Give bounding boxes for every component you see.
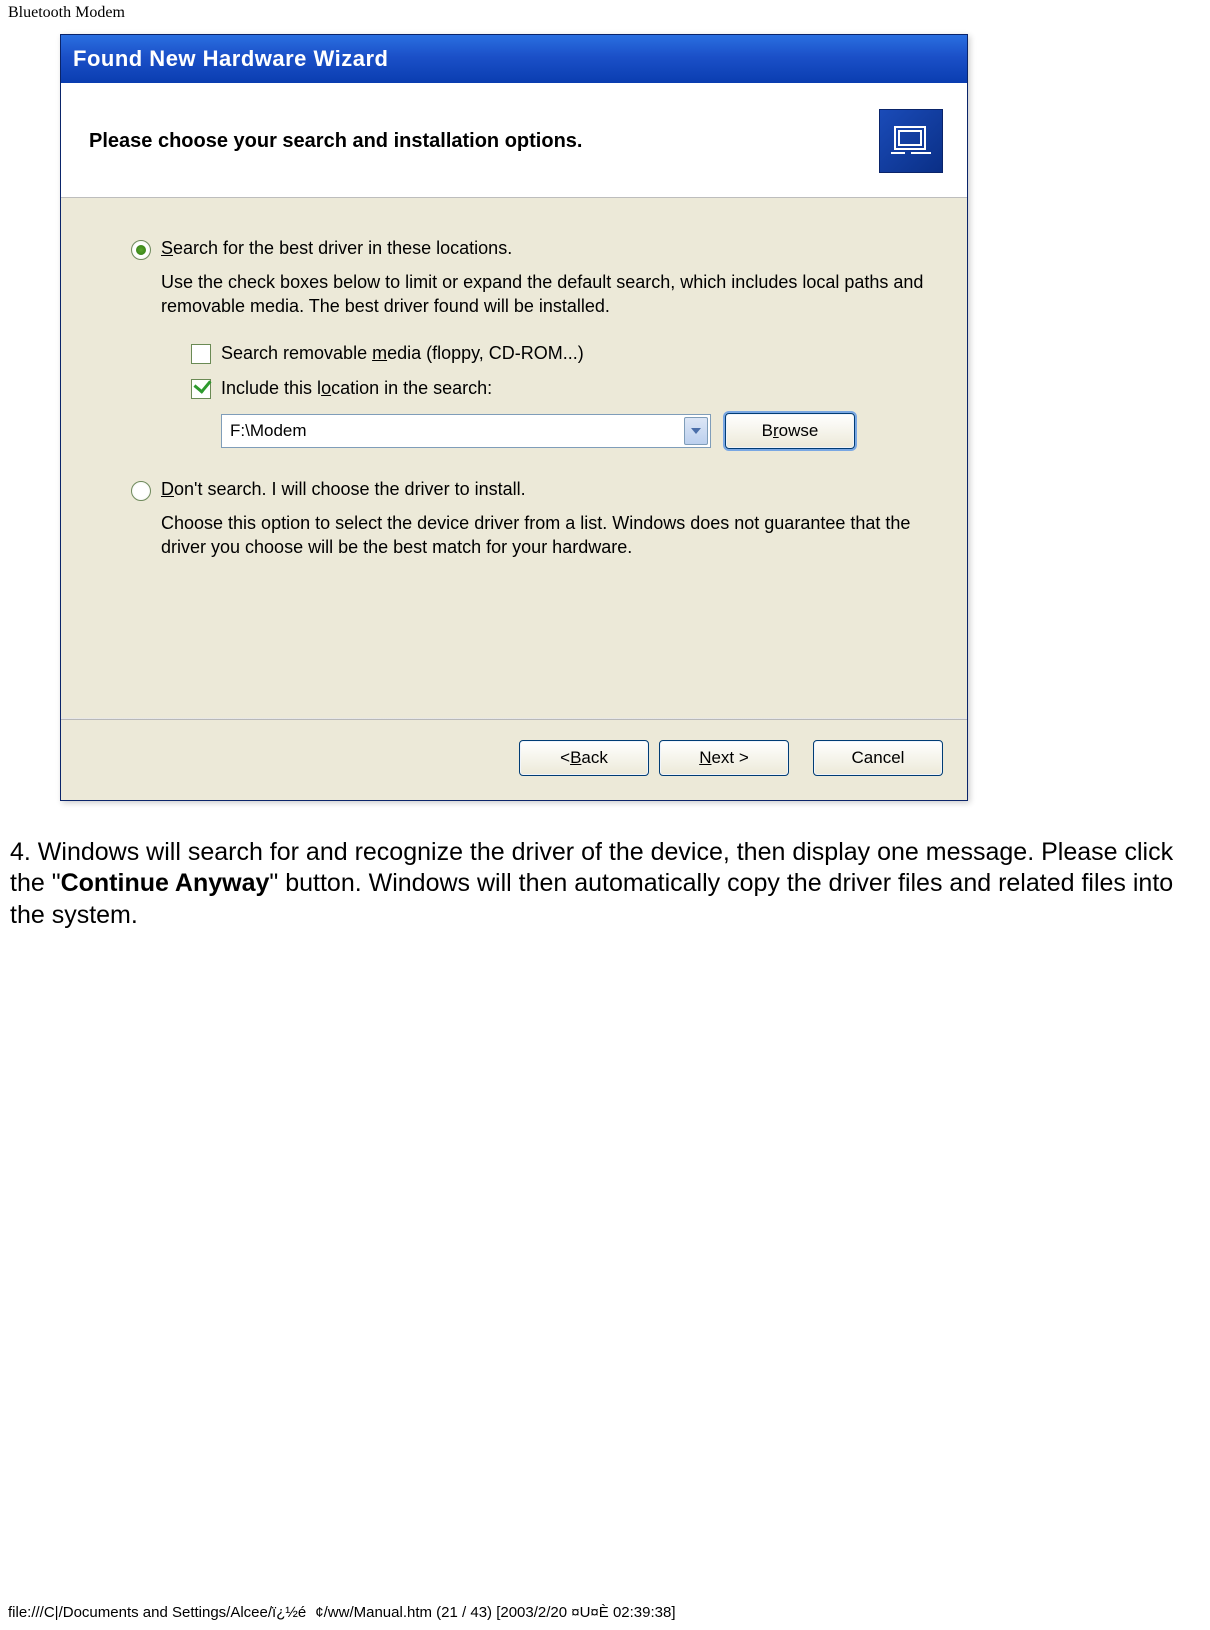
back-button[interactable]: < Back (519, 740, 649, 776)
checkbox-icon (191, 344, 211, 364)
checkbox-include-location-label: Include this location in the search: (221, 378, 492, 399)
document-paragraph: 4. Windows will search for and recognize… (0, 801, 1210, 931)
location-path-value: F:\Modem (230, 421, 307, 441)
location-path-combo[interactable]: F:\Modem (221, 414, 711, 448)
next-button[interactable]: Next > (659, 740, 789, 776)
screenshot-container: Found New Hardware Wizard Please choose … (0, 24, 1210, 801)
radio-search-best[interactable]: Search for the best driver in these loca… (131, 238, 927, 260)
wizard-banner: Please choose your search and installati… (61, 83, 967, 198)
radio-dont-search[interactable]: Don't search. I will choose the driver t… (131, 479, 927, 501)
window-titlebar: Found New Hardware Wizard (61, 35, 967, 83)
window-title: Found New Hardware Wizard (73, 46, 388, 72)
wizard-body: Search for the best driver in these loca… (61, 198, 967, 718)
wizard-banner-title: Please choose your search and installati… (89, 130, 582, 153)
radio-search-best-explain: Use the check boxes below to limit or ex… (161, 270, 927, 319)
cancel-button[interactable]: Cancel (813, 740, 943, 776)
page-footer: file:///C|/Documents and Settings/Alcee/… (0, 1596, 676, 1630)
location-path-row: F:\Modem Browse (221, 413, 927, 449)
checkbox-group: Search removable media (floppy, CD-ROM..… (191, 343, 927, 449)
radio-icon (131, 481, 151, 501)
emphasis-continue-anyway: Continue Anyway (61, 869, 270, 897)
radio-dont-search-explain: Choose this option to select the device … (161, 511, 927, 560)
wizard-footer: < Back Next > Cancel (61, 720, 967, 800)
checkbox-removable-media[interactable]: Search removable media (floppy, CD-ROM..… (191, 343, 927, 364)
browse-button[interactable]: Browse (725, 413, 855, 449)
hardware-icon (879, 109, 943, 173)
radio-icon (131, 240, 151, 260)
wizard-window: Found New Hardware Wizard Please choose … (60, 34, 968, 801)
radio-dont-search-label: Don't search. I will choose the driver t… (161, 479, 526, 500)
checkbox-icon (191, 379, 211, 399)
checkbox-removable-media-label: Search removable media (floppy, CD-ROM..… (221, 343, 584, 364)
radio-search-best-label: Search for the best driver in these loca… (161, 238, 512, 259)
page-header: Bluetooth Modem (0, 0, 1210, 24)
chevron-down-icon[interactable] (684, 417, 708, 445)
checkbox-include-location[interactable]: Include this location in the search: (191, 378, 927, 399)
